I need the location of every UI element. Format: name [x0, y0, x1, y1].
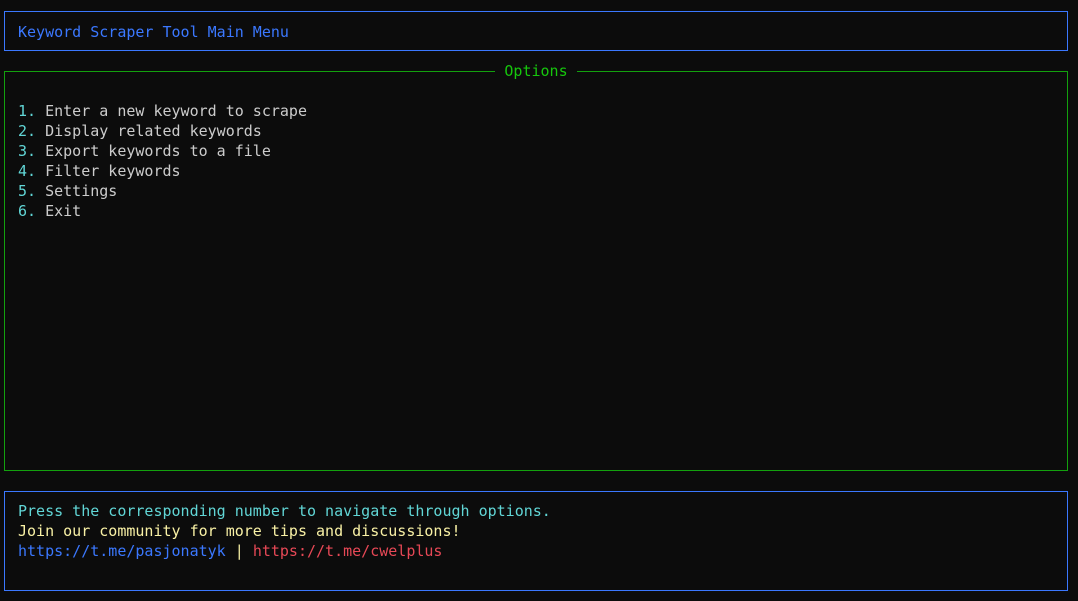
option-number: 6. — [18, 202, 37, 220]
option-label: Exit — [45, 202, 82, 220]
menu-option-display-keywords[interactable]: 2. Display related keywords — [18, 121, 307, 141]
option-label: Settings — [45, 182, 118, 200]
option-number: 1. — [18, 102, 37, 120]
menu-option-exit[interactable]: 6. Exit — [18, 201, 307, 221]
app-title: Keyword Scraper Tool Main Menu — [18, 23, 289, 41]
option-number: 5. — [18, 182, 37, 200]
telegram-link-cwelplus[interactable]: https://t.me/cwelplus — [253, 542, 443, 560]
option-number: 3. — [18, 142, 37, 160]
options-menu: 1. Enter a new keyword to scrape 2. Disp… — [18, 101, 307, 221]
footer-content: Press the corresponding number to naviga… — [18, 501, 551, 561]
option-number: 4. — [18, 162, 37, 180]
menu-option-settings[interactable]: 5. Settings — [18, 181, 307, 201]
option-number: 2. — [18, 122, 37, 140]
navigation-instruction: Press the corresponding number to naviga… — [18, 502, 551, 520]
menu-option-export-keywords[interactable]: 3. Export keywords to a file — [18, 141, 307, 161]
options-panel-title-wrap: Options — [5, 61, 1067, 81]
community-message: Join our community for more tips and dis… — [18, 522, 461, 540]
link-separator: | — [234, 542, 244, 560]
options-panel: Options 1. Enter a new keyword to scrape… — [4, 62, 1068, 471]
footer-panel: Press the corresponding number to naviga… — [4, 491, 1068, 591]
header-panel: Keyword Scraper Tool Main Menu — [4, 11, 1068, 51]
option-label: Filter keywords — [45, 162, 181, 180]
menu-option-enter-keyword[interactable]: 1. Enter a new keyword to scrape — [18, 101, 307, 121]
community-links: https://t.me/pasjonatyk | https://t.me/c… — [18, 541, 551, 561]
option-label: Enter a new keyword to scrape — [45, 102, 307, 120]
menu-option-filter-keywords[interactable]: 4. Filter keywords — [18, 161, 307, 181]
telegram-link-pasjonatyk[interactable]: https://t.me/pasjonatyk — [18, 542, 226, 560]
options-panel-title: Options — [495, 62, 577, 80]
option-label: Export keywords to a file — [45, 142, 271, 160]
option-label: Display related keywords — [45, 122, 262, 140]
